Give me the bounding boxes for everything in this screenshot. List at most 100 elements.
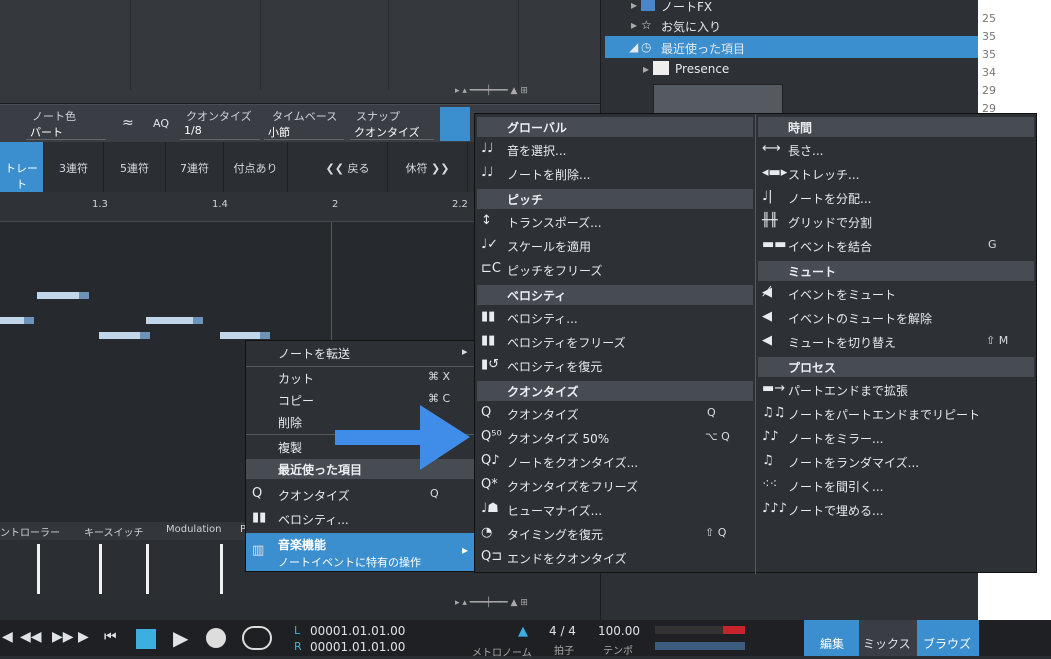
quantize-select[interactable]: 1/8 — [180, 124, 260, 140]
go-start-icon[interactable]: ⏮ — [104, 629, 117, 645]
menu-velocity[interactable]: ▮▮ ベロシティ... — [475, 306, 755, 330]
left-locator[interactable]: 00001.01.01.00 — [310, 624, 405, 638]
record-button[interactable] — [206, 628, 226, 648]
aq-button[interactable]: AQ — [153, 117, 169, 130]
menu-humanize[interactable]: ♩☗ ヒューマナイズ... — [475, 498, 755, 522]
freeze-pitch-icon: ⊏C — [481, 261, 501, 276]
repeat-icon: ♫♫ — [762, 405, 786, 420]
restore-velocity-icon: ▮↺ — [481, 357, 500, 372]
scale-icon: ♩✓ — [481, 237, 499, 252]
menu-toggle-mute[interactable]: ◀ ミュートを切り替え ⇧ M — [756, 330, 1036, 354]
menu-freeze-velocity[interactable]: ▮▮ ベロシティをフリーズ — [475, 330, 755, 354]
menu-merge-events[interactable]: ▬▬ イベントを結合 G — [756, 234, 1036, 258]
piano-icon: ▥ — [252, 543, 265, 558]
menu-quantize-end[interactable]: Q⊐ エンドをクオンタイズ — [475, 546, 755, 570]
menu-freeze-quantize[interactable]: Q* クオンタイズをフリーズ — [475, 474, 755, 498]
tree-item-recent[interactable]: ◢ ◷ 最近使った項目 — [605, 36, 979, 58]
edit-tab[interactable]: 編集 — [804, 620, 859, 656]
menu-split-notes[interactable]: ♩| ノートを分配... — [756, 186, 1036, 210]
quantize-icon: Q — [252, 486, 263, 501]
menu-restore-velocity[interactable]: ▮↺ ベロシティを復元 — [475, 354, 755, 378]
randomize-icon: ♫ — [762, 453, 774, 468]
thin-icon: ⁖⁖ — [762, 477, 778, 492]
dotted-button[interactable]: 付点あり — [224, 142, 288, 192]
timeline-ruler[interactable]: 1.3 1.4 2 2.2 — [0, 192, 480, 222]
snap-select[interactable]: クオンタイズ — [350, 124, 434, 140]
menu-apply-scale[interactable]: ♩✓ スケールを適用 — [475, 234, 755, 258]
quantize-50-icon: Q⁵⁰ — [481, 429, 502, 444]
right-locator[interactable]: 00001.01.01.00 — [310, 640, 405, 654]
quintuplet-button[interactable]: 5連符 — [104, 142, 166, 192]
arrow-annotation — [335, 405, 470, 470]
play-button[interactable]: ▶ — [173, 626, 188, 650]
arrange-area: ▸ ▴ ━━━┿━━━ ▲ ⊞ — [0, 0, 600, 104]
preset-thumbnail — [653, 84, 783, 114]
browse-tab[interactable]: ブラウズ — [917, 620, 979, 656]
loop-button[interactable] — [242, 626, 272, 650]
menu-thin-notes[interactable]: ⁖⁖ ノートを間引く... — [756, 474, 1036, 498]
rewind-icon[interactable]: ◀◀ — [20, 629, 42, 645]
menu-unmute-events[interactable]: ◀ イベントのミュートを解除 — [756, 306, 1036, 330]
piano-icon — [653, 61, 669, 75]
mix-tab[interactable]: ミックス — [859, 620, 917, 656]
menu-cut[interactable]: カット ⌘ X — [246, 366, 474, 390]
menu-delete-notes[interactable]: ♩♩ ノートを削除... — [475, 162, 755, 186]
menu-randomize-notes[interactable]: ♫ ノートをランダマイズ... — [756, 450, 1036, 474]
rest-button[interactable]: 休符 ❯❯ — [388, 142, 468, 192]
menu-grid-split[interactable]: ╫╫ グリッドで分割 — [756, 210, 1036, 234]
forward-icon[interactable]: ▶ — [78, 629, 89, 645]
note-event[interactable] — [0, 317, 34, 324]
menu-freeze-pitch[interactable]: ⊏C ピッチをフリーズ — [475, 258, 755, 282]
velocity-icon: ▮▮ — [481, 309, 496, 324]
menu-select-notes[interactable]: ♩♩ 音を選択... — [475, 138, 755, 162]
septuplet-button[interactable]: 7連符 — [166, 142, 224, 192]
note-event[interactable] — [146, 317, 203, 324]
menu-extend-to-end[interactable]: ▬→ パートエンドまで拡張 — [756, 378, 1036, 402]
menu-recent-velocity[interactable]: ▮▮ ベロシティ... — [246, 507, 474, 531]
rewind-start-icon[interactable]: ◀ — [2, 629, 13, 645]
menu-quantize-50[interactable]: Q⁵⁰ クオンタイズ 50% ⌥ Q — [475, 426, 755, 450]
mute-icon: ◀̸ — [762, 285, 772, 300]
menu-stretch[interactable]: ◂▬▸ ストレッチ... — [756, 162, 1036, 186]
tempo-field[interactable]: 100.00 — [598, 624, 640, 638]
note-color-select[interactable]: パート — [26, 124, 106, 140]
menu-transpose[interactable]: ↕ トランスポーズ... — [475, 210, 755, 234]
velocity-icon: ▮▮ — [252, 510, 267, 525]
menu-mute-events[interactable]: ◀̸ イベントをミュート — [756, 282, 1036, 306]
zoom-slider-2[interactable]: ▸ ▴ ━━━┿━━━ ▲ ⊞ — [455, 598, 528, 608]
tree-item-favorites[interactable]: ▸ ☆ お気に入り — [601, 14, 981, 36]
note-event[interactable] — [37, 292, 89, 299]
fill-icon: ♪♪♪ — [762, 501, 787, 516]
note-event[interactable] — [99, 332, 150, 339]
tree-item-presence[interactable]: ▸ Presence — [601, 58, 981, 80]
menu-length[interactable]: ⟷ 長さ... — [756, 138, 1036, 162]
speaker-icon: ◀ — [762, 309, 772, 324]
transpose-icon: ↕ — [481, 213, 492, 228]
menu-mirror-notes[interactable]: ♪♪ ノートをミラー... — [756, 426, 1036, 450]
metronome-icon[interactable]: ▲ — [518, 624, 528, 639]
timebase-select[interactable]: 小節 — [264, 124, 344, 140]
tab-controller[interactable]: ントローラー — [0, 524, 60, 539]
wave-icon[interactable]: ≈ — [122, 115, 134, 131]
snap-toggle-button[interactable] — [440, 107, 470, 141]
menu-music-functions[interactable]: ▥ 音楽機能 ノートイベントに特有の操作 ▸ — [246, 533, 474, 571]
freeze-velocity-icon: ▮▮ — [481, 333, 496, 348]
menu-fill-notes[interactable]: ♪♪♪ ノートで埋める... — [756, 498, 1036, 522]
note-event[interactable] — [220, 332, 270, 339]
menu-quantize[interactable]: Q クオンタイズ Q — [475, 402, 755, 426]
fast-forward-icon[interactable]: ▶▶ — [52, 629, 74, 645]
straight-button[interactable]: トレート — [0, 142, 44, 192]
tab-keyswitch[interactable]: キースイッチ — [84, 524, 144, 539]
stop-button[interactable] — [136, 629, 156, 649]
triplet-button[interactable]: 3連符 — [44, 142, 104, 192]
length-icon: ⟷ — [762, 141, 781, 156]
menu-quantize-notes[interactable]: Q♪ ノートをクオンタイズ... — [475, 450, 755, 474]
menu-send-notes[interactable]: ノートを転送 ▸ — [246, 341, 474, 365]
menu-repeat-notes[interactable]: ♫♫ ノートをパートエンドまでリピート — [756, 402, 1036, 426]
tab-modulation[interactable]: Modulation — [166, 524, 222, 535]
menu-restore-timing[interactable]: ◔ タイミングを復元 ⇧ Q — [475, 522, 755, 546]
back-button[interactable]: ❮❮ 戻る — [308, 142, 388, 192]
time-signature[interactable]: 4 / 4 — [549, 624, 576, 638]
menu-recent-quantize[interactable]: Q クオンタイズ Q — [246, 483, 474, 507]
zoom-slider[interactable]: ▸ ▴ ━━━┿━━━ ▲ ⊞ — [455, 86, 528, 96]
